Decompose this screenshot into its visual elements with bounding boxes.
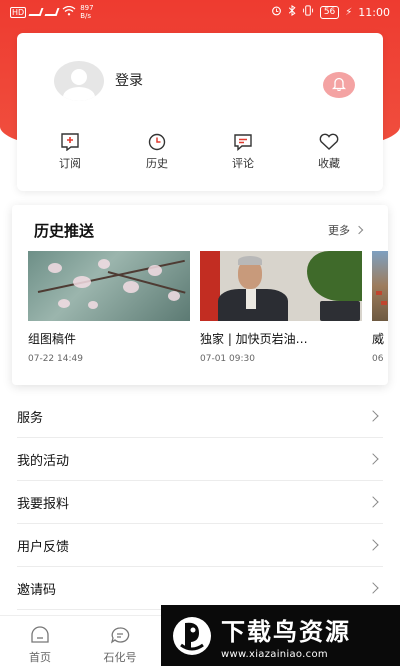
clock-time: 11:00 (358, 5, 390, 19)
home-icon (10, 626, 70, 644)
chevron-right-icon (367, 410, 379, 422)
menu-item-report-news[interactable]: 我要报料 (17, 481, 383, 524)
bird-logo-icon (171, 615, 213, 657)
history-item-time: 06 (372, 354, 384, 364)
tab-label: 首页 (29, 651, 51, 664)
bluetooth-icon (288, 4, 296, 19)
favorites-button[interactable]: 收藏 (299, 133, 359, 171)
wifi-icon (62, 5, 76, 18)
chat-bubble-icon (90, 626, 150, 644)
history-item-title: 组图稿件 (28, 332, 77, 346)
battery-indicator: 56 (319, 5, 340, 19)
history-thumbnail-flowers (28, 251, 190, 321)
comment-label: 评论 (232, 157, 254, 170)
tab-label: 石化号 (103, 651, 137, 664)
menu-item-invite-code[interactable]: 邀请码 (17, 567, 383, 610)
history-button[interactable]: 历史 (127, 133, 187, 171)
tab-sinopec-account[interactable]: 石化号 (90, 626, 150, 665)
history-item-2[interactable]: 独家 | 加快页岩油… 07-01 09:30 (200, 251, 362, 364)
charging-icon: ⚡ (345, 6, 353, 18)
watermark-url: www.xiazainiao.com (221, 648, 328, 660)
net-speed: 897 B/s (80, 4, 94, 20)
comment-icon (213, 133, 273, 151)
bell-icon (331, 76, 347, 95)
heart-icon (299, 133, 359, 151)
notification-button[interactable] (323, 72, 355, 98)
menu-item-label: 我的活动 (17, 453, 70, 469)
menu-item-label: 邀请码 (17, 582, 57, 598)
history-item-time: 07-01 09:30 (200, 354, 255, 364)
chevron-right-icon (367, 453, 379, 465)
quick-actions: 订阅 历史 评论 收藏 (17, 133, 383, 173)
history-thumbnail-town (372, 251, 388, 321)
watermark-text: 下载鸟资源 www.xiazainiao.com (221, 612, 351, 660)
history-item-title: 威 (372, 332, 385, 346)
history-item-title: 独家 | 加快页岩油… (200, 332, 308, 346)
avatar-head (71, 69, 87, 85)
subscribe-icon (40, 133, 100, 151)
comment-button[interactable]: 评论 (213, 133, 273, 171)
more-link[interactable]: 更多 (328, 222, 364, 238)
history-push-title: 历史推送 (34, 222, 95, 240)
vibrate-icon (302, 5, 314, 19)
menu-item-feedback[interactable]: 用户反馈 (17, 524, 383, 567)
signal-icon (28, 8, 44, 16)
history-label: 历史 (146, 157, 168, 170)
chevron-right-icon (354, 225, 364, 235)
menu-item-label: 服务 (17, 410, 44, 426)
chevron-right-icon (367, 539, 379, 551)
history-item-time: 07-22 14:49 (28, 354, 83, 364)
profile-card: 登录 订阅 历史 评论 收藏 (17, 33, 383, 191)
chevron-right-icon (367, 582, 379, 594)
history-item-3[interactable]: 威 06 (372, 251, 388, 364)
history-item-1[interactable]: 组图稿件 07-22 14:49 (28, 251, 190, 364)
history-push-card: 历史推送 更多 组图稿件 07-22 14:49 独家 | 加快页岩油… 07-… (12, 205, 388, 385)
hd-badge: HD (10, 6, 27, 18)
status-left: HD 897 B/s (10, 4, 94, 20)
menu-item-my-activities[interactable]: 我的活动 (17, 438, 383, 481)
more-label: 更多 (328, 224, 350, 237)
watermark-title: 下载鸟资源 (221, 617, 351, 646)
status-bar: HD 897 B/s 56 ⚡ 11:00 (0, 0, 400, 24)
status-right: 56 ⚡ 11:00 (271, 4, 390, 19)
subscribe-label: 订阅 (59, 157, 81, 170)
clock-icon (127, 133, 187, 151)
tab-home[interactable]: 首页 (10, 626, 70, 665)
avatar-shoulders (63, 87, 95, 101)
favorites-label: 收藏 (318, 157, 340, 170)
signal-icon-2 (44, 8, 60, 16)
menu-item-label: 我要报料 (17, 496, 70, 512)
avatar[interactable] (54, 61, 104, 101)
history-thumbnail-interview (200, 251, 362, 321)
watermark-banner: 下载鸟资源 www.xiazainiao.com (161, 605, 400, 666)
menu-item-services[interactable]: 服务 (17, 395, 383, 438)
login-link[interactable]: 登录 (115, 70, 143, 90)
menu-item-label: 用户反馈 (17, 539, 70, 555)
chevron-right-icon (367, 496, 379, 508)
subscribe-button[interactable]: 订阅 (40, 133, 100, 171)
alarm-icon (271, 5, 282, 19)
settings-menu: 服务 我的活动 我要报料 用户反馈 邀请码 (17, 395, 383, 610)
